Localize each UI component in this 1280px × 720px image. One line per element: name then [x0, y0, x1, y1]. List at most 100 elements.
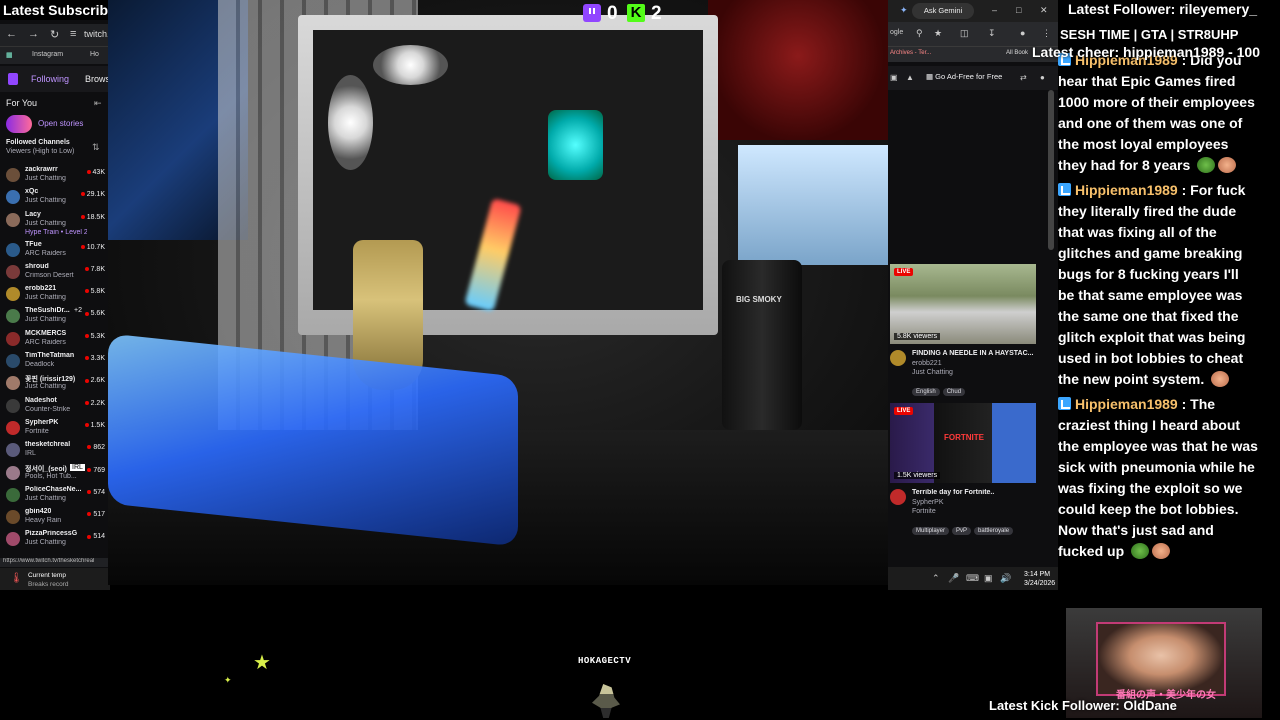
- user-avatar[interactable]: ●: [1040, 73, 1045, 82]
- bookmark-instagram[interactable]: Instagram: [32, 51, 63, 58]
- chat-text: : For fuck they literally fired the dude…: [1058, 182, 1246, 387]
- stream-thumbnail[interactable]: LIVE 5.8K viewers: [890, 264, 1036, 344]
- for-you-heading: For You: [6, 98, 38, 108]
- url-text[interactable]: ogle: [890, 29, 903, 36]
- system-tray: ⌃ 🎤 ⌨ ▣ 🔊 3:14 PM 3/24/2026: [888, 567, 1058, 590]
- url-text[interactable]: twitch.: [84, 29, 110, 39]
- site-settings-icon[interactable]: ≡: [70, 28, 76, 40]
- go-ad-free-button[interactable]: ▦ Go Ad-Free for Free: [926, 72, 1002, 81]
- channel-item[interactable]: MCKMERCS ARC Raiders 5.3K: [0, 328, 110, 350]
- mic-icon[interactable]: 🎤: [948, 573, 959, 584]
- menu-icon[interactable]: ⋮: [1042, 28, 1051, 39]
- star-icon: ★: [253, 652, 271, 674]
- channel-name[interactable]: SypherPK: [912, 499, 944, 506]
- tag[interactable]: Chud: [942, 388, 966, 396]
- viewer-count: 18.5K: [86, 213, 105, 221]
- translate-icon[interactable]: ⇄: [1020, 73, 1027, 82]
- bookmark-archives[interactable]: Archives - Ter...: [890, 50, 931, 56]
- scrollbar[interactable]: [1048, 90, 1054, 250]
- live-dot-icon: [84, 400, 89, 405]
- prime-icon[interactable]: ▲: [906, 73, 914, 82]
- forward-icon[interactable]: →: [28, 28, 39, 40]
- twitch-top-nav: Following Brows: [0, 66, 110, 92]
- clock-date[interactable]: 3/24/2026: [1024, 580, 1055, 587]
- tag[interactable]: PvP: [952, 527, 972, 535]
- channel-avatar: [6, 190, 20, 205]
- sort-icon[interactable]: ⇅: [92, 142, 100, 153]
- channel-item[interactable]: Nadeshot Counter-Strike 2.2K: [0, 395, 110, 417]
- clock-time[interactable]: 3:14 PM: [1024, 571, 1050, 578]
- channel-item[interactable]: SypherPK Fortnite 1.5K: [0, 417, 110, 439]
- tag[interactable]: Multiplayer: [912, 527, 950, 535]
- viewer-count: 517: [93, 511, 105, 519]
- stream-category[interactable]: Just Chatting: [912, 369, 953, 376]
- profile-icon[interactable]: ●: [1020, 28, 1025, 38]
- channel-avatar: [6, 287, 20, 302]
- channel-item[interactable]: gbin420 Heavy Rain 517: [0, 506, 110, 528]
- network-icon[interactable]: ▣: [984, 573, 993, 584]
- channel-item[interactable]: PoliceChaseNe... Just Chatting 574: [0, 484, 110, 506]
- keyboard-icon[interactable]: ⌨: [966, 573, 979, 584]
- channel-item[interactable]: shroud Crimson Desert 7.8K: [0, 261, 110, 283]
- nav-following[interactable]: Following: [31, 74, 69, 84]
- tag[interactable]: English: [912, 388, 940, 396]
- downloads-icon[interactable]: ↧: [988, 28, 996, 39]
- star-icon[interactable]: ★: [934, 28, 942, 39]
- taskbar-weather[interactable]: 🌡 Current temp Breaks record: [0, 568, 110, 590]
- stream-category[interactable]: Fortnite: [912, 508, 936, 515]
- open-stories-label: Open stories: [38, 119, 84, 128]
- maximize-icon[interactable]: □: [1016, 5, 1021, 15]
- channel-name[interactable]: erobb221: [912, 360, 942, 367]
- channel-item[interactable]: erobb221 Just Chatting 5.8K: [0, 283, 110, 305]
- minimize-icon[interactable]: –: [992, 5, 997, 15]
- channel-item[interactable]: TheSushiDr... +2 Just Chatting 5.6K: [0, 305, 110, 327]
- ask-gemini-button[interactable]: Ask Gemini: [912, 3, 974, 19]
- channel-avatar[interactable]: [890, 489, 906, 505]
- twitch-logo-icon[interactable]: [8, 73, 18, 85]
- channel-avatar[interactable]: [890, 350, 906, 366]
- collapse-sidebar-icon[interactable]: ⇤: [94, 98, 102, 109]
- volume-icon[interactable]: 🔊: [1000, 573, 1011, 584]
- channel-game: Deadlock: [25, 361, 55, 369]
- viewer-count: 29.1K: [86, 191, 105, 199]
- browser-address-bar[interactable]: ogle ⚲ ★ ◫ ↧ ● ⋮: [888, 22, 1058, 46]
- live-dot-icon: [84, 423, 89, 428]
- live-badge: LIVE: [894, 268, 914, 276]
- latest-follower-text: Latest Follower: rileyemery_: [1068, 1, 1258, 17]
- channel-viewers: 574: [87, 489, 105, 496]
- channel-item[interactable]: xQc Just Chatting 29.1K: [0, 186, 110, 208]
- tag[interactable]: battleroyale: [974, 527, 1014, 535]
- channel-viewers: 2.6K: [84, 377, 105, 384]
- close-icon[interactable]: ✕: [1040, 5, 1048, 16]
- tooltip-irl: IRL: [70, 463, 85, 471]
- live-dot-icon: [80, 244, 85, 249]
- latest-subscriber-overlay: Latest Subscrib: [0, 0, 110, 20]
- channel-name: Lacy: [25, 210, 41, 218]
- channel-name: PizzaPrincessG: [25, 530, 78, 538]
- channel-name: TimTheTatman: [25, 352, 75, 360]
- nav-browse[interactable]: Brows: [85, 74, 110, 84]
- channel-item[interactable]: TimTheTatman Deadlock 3.3K: [0, 350, 110, 372]
- channel-item[interactable]: TFue ARC Raiders 10.7K: [0, 239, 110, 261]
- channel-item[interactable]: zackrawrr Just Chatting 43K: [0, 164, 110, 186]
- reload-icon[interactable]: ↻: [50, 28, 59, 41]
- chat-username: Hippieman1989: [1075, 396, 1178, 412]
- back-icon[interactable]: ←: [6, 28, 17, 40]
- bookmark-all[interactable]: All Book: [1006, 50, 1028, 56]
- channel-item[interactable]: Lacy Just Chatting Hype Train • Level 2 18.…: [0, 209, 110, 239]
- channel-item[interactable]: PizzaPrincessG Just Chatting 514: [0, 528, 110, 550]
- browser-address-bar[interactable]: ← → ↻ ≡ twitch.: [0, 24, 110, 46]
- bookmark-ho[interactable]: Ho: [90, 51, 99, 58]
- chevron-up-icon[interactable]: ⌃: [932, 573, 940, 584]
- channel-item[interactable]: thesketchreal IRL 862: [0, 439, 110, 461]
- stream-title[interactable]: FINDING A NEEDLE IN A HAYSTAC...: [912, 350, 1033, 357]
- stream-title[interactable]: Terrible day for Fortnite..: [912, 489, 994, 496]
- channel-item[interactable]: 꽃핀 (irissir129) Just Chatting 2.6K: [0, 372, 110, 394]
- stream-thumbnail[interactable]: LIVE FORTNITE 1.5K viewers: [890, 403, 1036, 483]
- channel-item[interactable]: 정서이_(seoi) IRL Pools, Hot Tub... 769: [0, 462, 110, 484]
- apps-icon[interactable]: ▦: [6, 51, 13, 59]
- extensions-icon[interactable]: ◫: [960, 28, 969, 39]
- cpu-cooler: [548, 110, 603, 180]
- inbox-icon[interactable]: ▣: [890, 73, 898, 82]
- search-icon[interactable]: ⚲: [916, 28, 923, 39]
